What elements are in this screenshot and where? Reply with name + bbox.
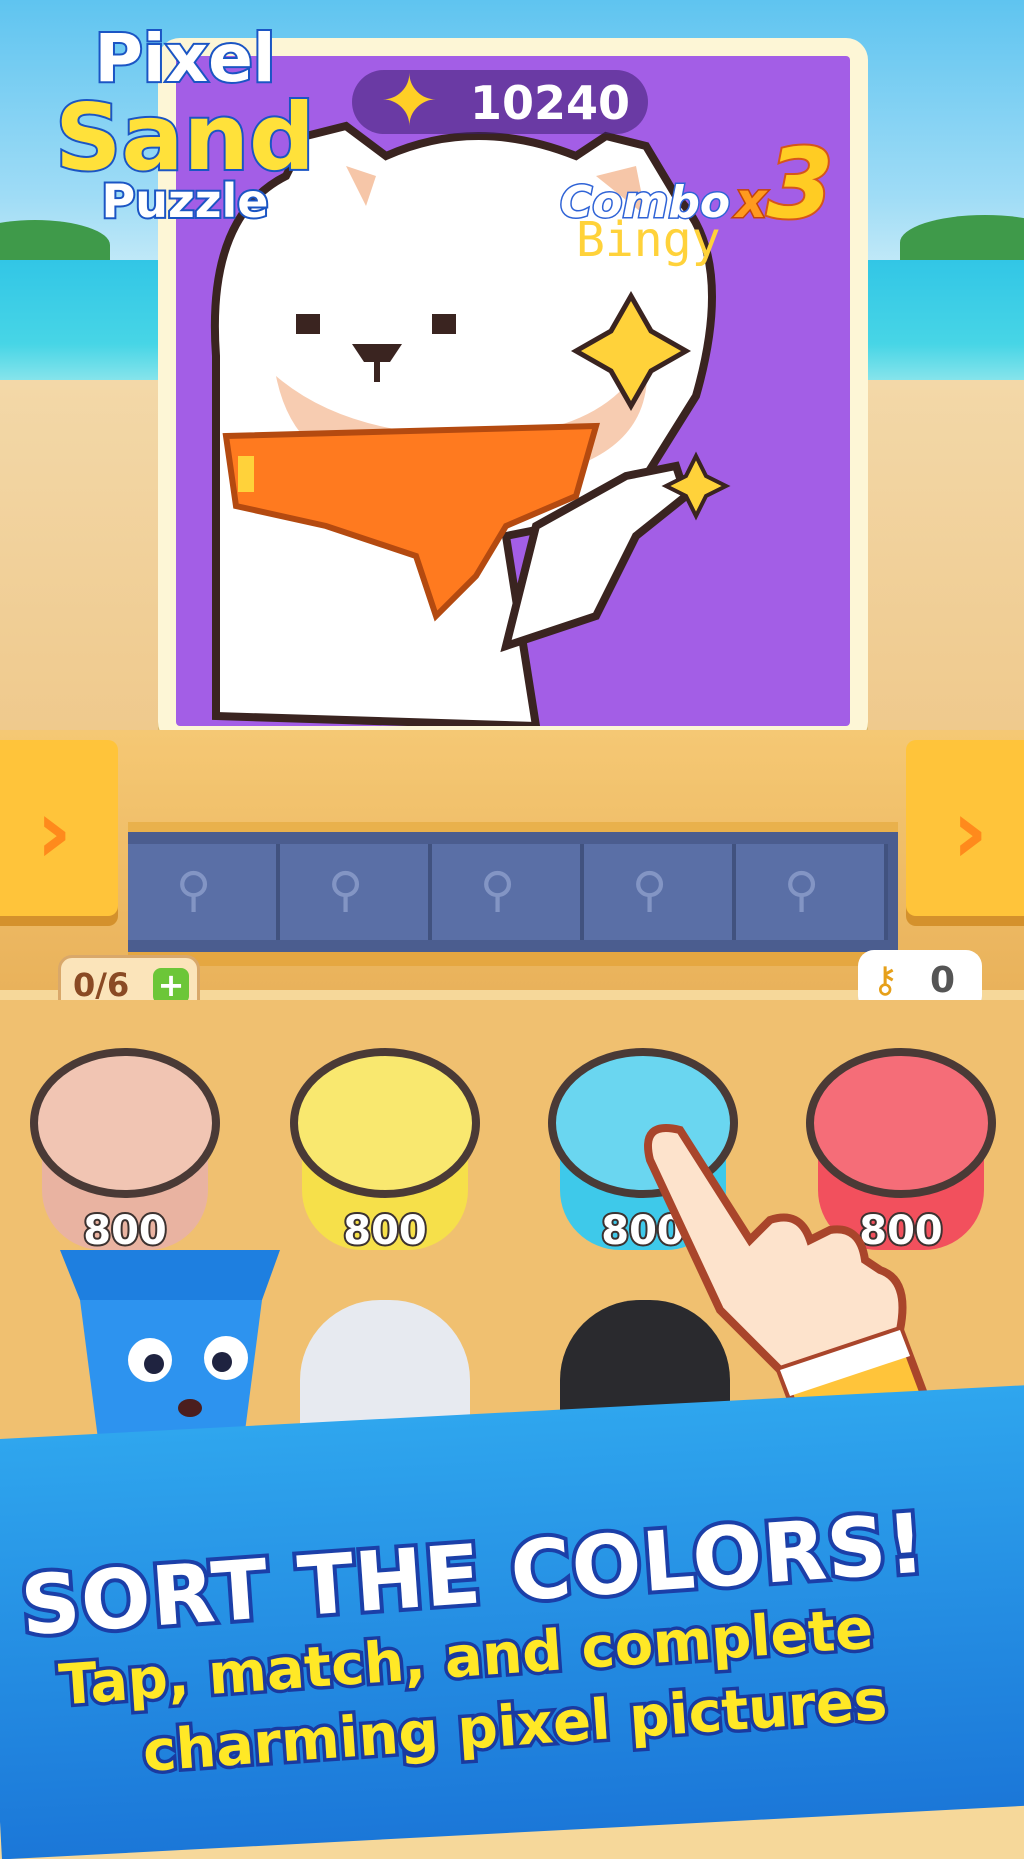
- bucket-rim: [30, 1048, 220, 1198]
- logo-puzzle: Puzzle: [100, 172, 271, 230]
- chevron-right-icon: ›: [951, 780, 989, 883]
- belt-slot[interactable]: ⚲: [128, 844, 280, 940]
- combo-value: 3: [765, 126, 836, 242]
- bucket-peach[interactable]: 800: [30, 1048, 220, 1258]
- combo-label: Combo: [558, 176, 731, 230]
- conveyor-belt: ⚲ ⚲ ⚲ ⚲ ⚲: [128, 822, 898, 966]
- keys-value: 0: [930, 960, 956, 1001]
- key-icon: ⚷: [872, 960, 899, 1001]
- star-icon: ✦: [380, 60, 439, 142]
- trowel-icon: ⚲: [176, 862, 212, 918]
- game-logo: Pixel Sand Puzzle: [20, 18, 350, 230]
- combo-multiplier-sign: x: [734, 172, 768, 231]
- trowel-icon: ⚲: [480, 862, 516, 918]
- bucket-yellow[interactable]: 800: [290, 1048, 480, 1258]
- belt-slot[interactable]: ⚲: [280, 844, 432, 940]
- combo-indicator: Combo x3: [558, 126, 836, 242]
- left-arrow-button[interactable]: ›: [0, 740, 118, 916]
- bucket-rim: [290, 1048, 480, 1198]
- trowel-icon: ⚲: [632, 862, 668, 918]
- belt-slot[interactable]: ⚲: [432, 844, 584, 940]
- chevron-right-icon: ›: [35, 780, 73, 883]
- score-value: 10240: [470, 76, 631, 130]
- right-arrow-button[interactable]: ›: [906, 740, 1024, 916]
- belt-slot[interactable]: ⚲: [736, 844, 888, 940]
- bucket-count: 800: [341, 1206, 429, 1256]
- trowel-icon: ⚲: [328, 862, 364, 918]
- plus-icon[interactable]: +: [153, 968, 189, 1004]
- trowel-icon: ⚲: [784, 862, 820, 918]
- belt-slot[interactable]: ⚲: [584, 844, 736, 940]
- moves-value: 0/6: [73, 966, 130, 1004]
